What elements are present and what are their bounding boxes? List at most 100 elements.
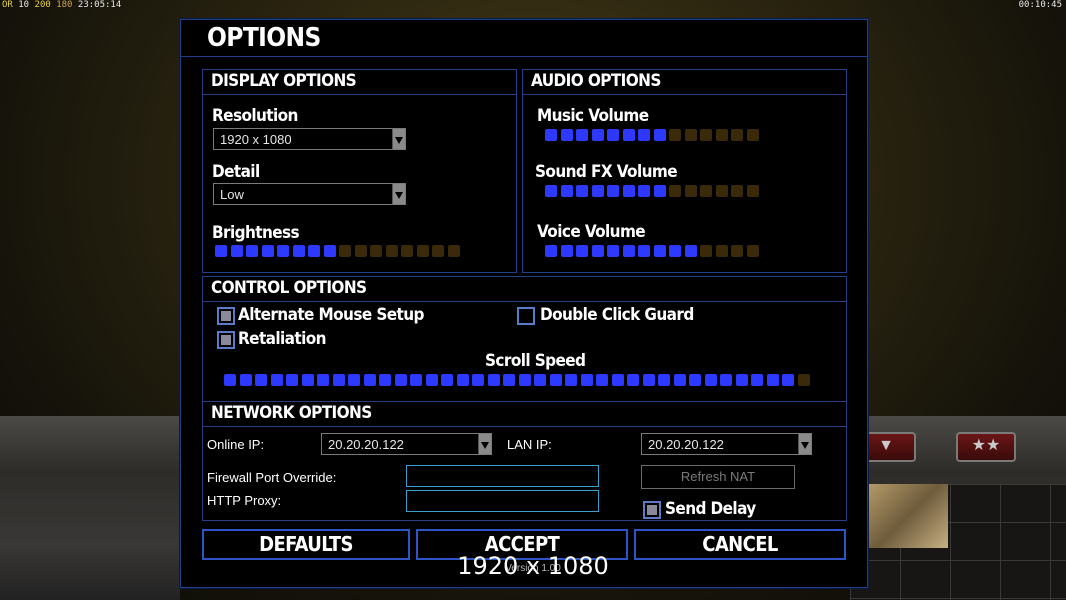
slider-segment[interactable] [638,129,650,141]
retaliation-checkbox[interactable] [217,331,235,349]
slider-segment[interactable] [731,185,743,197]
slider-segment[interactable] [354,245,367,257]
resolution-dropdown[interactable]: 1920 x 1080 [213,128,406,150]
send-delay-checkbox[interactable] [643,501,661,519]
slider-segment[interactable] [560,185,573,197]
online-ip-dropdown[interactable]: 20.20.20.122 [321,433,492,455]
slider-segment[interactable] [622,185,635,197]
slider-segment[interactable] [669,185,681,197]
slider-segment[interactable] [286,374,298,386]
slider-segment[interactable] [379,374,391,386]
slider-segment[interactable] [370,245,382,257]
slider-segment[interactable] [766,374,779,386]
slider-segment[interactable] [720,374,732,386]
slider-segment[interactable] [700,245,712,257]
slider-segment[interactable] [622,245,635,257]
slider-segment[interactable] [518,374,531,386]
slider-segment[interactable] [684,185,697,197]
slider-segment[interactable] [425,374,438,386]
slider-segment[interactable] [580,374,593,386]
slider-segment[interactable] [731,245,743,257]
slider-segment[interactable] [591,129,604,141]
slider-segment[interactable] [731,129,743,141]
slider-segment[interactable] [565,374,577,386]
slider-segment[interactable] [642,374,655,386]
slider-segment[interactable] [394,374,407,386]
slider-segment[interactable] [317,374,329,386]
slider-segment[interactable] [401,245,413,257]
slider-segment[interactable] [224,374,236,386]
slider-segment[interactable] [746,129,759,141]
slider-segment[interactable] [658,374,670,386]
slider-segment[interactable] [323,245,336,257]
chevron-down-icon[interactable] [392,184,405,204]
slider-segment[interactable] [472,374,484,386]
chevron-down-icon[interactable] [798,434,811,454]
slider-segment[interactable] [503,374,515,386]
slider-segment[interactable] [261,245,274,257]
slider-segment[interactable] [735,374,748,386]
slider-segment[interactable] [487,374,500,386]
slider-segment[interactable] [432,245,444,257]
slider-segment[interactable] [653,129,666,141]
slider-segment[interactable] [673,374,686,386]
slider-segment[interactable] [715,245,728,257]
slider-segment[interactable] [239,374,252,386]
slider-segment[interactable] [689,374,701,386]
slider-segment[interactable] [534,374,546,386]
slider-segment[interactable] [684,245,697,257]
slider-segment[interactable] [230,245,243,257]
chevron-down-icon[interactable] [478,434,491,454]
slider-segment[interactable] [215,245,227,257]
slider-segment[interactable] [560,129,573,141]
slider-segment[interactable] [622,129,635,141]
slider-segment[interactable] [700,185,712,197]
slider-segment[interactable] [607,129,619,141]
slider-segment[interactable] [545,185,557,197]
slider-segment[interactable] [416,245,429,257]
slider-segment[interactable] [441,374,453,386]
slider-segment[interactable] [591,245,604,257]
slider-segment[interactable] [684,129,697,141]
slider-segment[interactable] [591,185,604,197]
slider-segment[interactable] [246,245,258,257]
chevron-down-icon[interactable] [392,129,405,149]
slider-segment[interactable] [332,374,345,386]
slider-segment[interactable] [653,245,666,257]
slider-segment[interactable] [576,185,588,197]
slider-segment[interactable] [653,185,666,197]
slider-segment[interactable] [560,245,573,257]
slider-segment[interactable] [385,245,398,257]
slider-segment[interactable] [545,129,557,141]
slider-segment[interactable] [746,185,759,197]
slider-segment[interactable] [627,374,639,386]
slider-segment[interactable] [751,374,763,386]
slider-segment[interactable] [576,129,588,141]
slider-segment[interactable] [638,245,650,257]
slider-segment[interactable] [596,374,608,386]
slider-segment[interactable] [797,374,810,386]
slider-segment[interactable] [270,374,283,386]
slider-segment[interactable] [292,245,305,257]
slider-segment[interactable] [715,129,728,141]
slider-segment[interactable] [255,374,267,386]
firewall-port-input[interactable] [406,465,599,487]
slider-segment[interactable] [545,245,557,257]
double-click-guard-checkbox[interactable] [517,307,535,325]
slider-segment[interactable] [339,245,351,257]
slider-segment[interactable] [782,374,794,386]
slider-segment[interactable] [456,374,469,386]
detail-dropdown[interactable]: Low [213,183,406,205]
slider-segment[interactable] [308,245,320,257]
alternate-mouse-checkbox[interactable] [217,307,235,325]
slider-segment[interactable] [363,374,376,386]
slider-segment[interactable] [715,185,728,197]
slider-segment[interactable] [669,245,681,257]
slider-segment[interactable] [638,185,650,197]
slider-segment[interactable] [700,129,712,141]
slider-segment[interactable] [611,374,624,386]
slider-segment[interactable] [447,245,460,257]
slider-segment[interactable] [669,129,681,141]
lan-ip-dropdown[interactable]: 20.20.20.122 [641,433,812,455]
slider-segment[interactable] [607,245,619,257]
